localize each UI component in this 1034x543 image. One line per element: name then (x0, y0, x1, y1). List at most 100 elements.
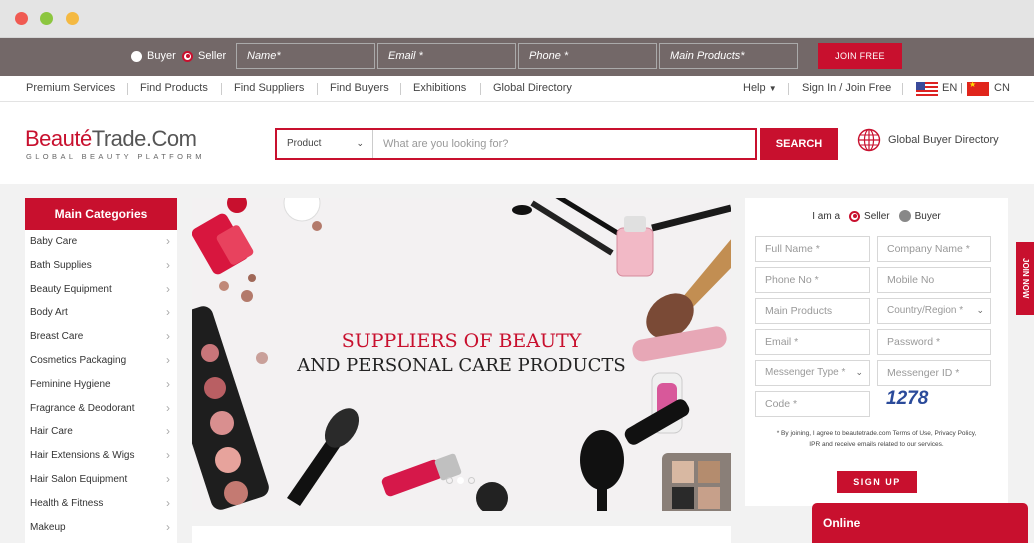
site-logo[interactable]: BeautéTrade.Com (25, 126, 197, 152)
category-item[interactable]: Body Art › (25, 301, 177, 325)
nav-exhibitions[interactable]: Exhibitions (413, 82, 466, 94)
code-input[interactable]: Code * (755, 391, 870, 417)
search-category-select[interactable]: Product ⌄ (277, 130, 373, 158)
chevron-right-icon: › (166, 471, 170, 486)
chevron-right-icon: › (166, 281, 170, 296)
search-bar: Product ⌄ What are you looking for? (275, 128, 757, 160)
top-nav: Premium Services Find Products Find Supp… (0, 76, 1034, 102)
category-label: Feminine Hygiene (30, 378, 111, 390)
category-item[interactable]: Breast Care › (25, 325, 177, 349)
global-buyer-directory-link[interactable]: Global Buyer Directory (888, 134, 999, 146)
category-label: Makeup (30, 521, 66, 533)
nav-premium-services[interactable]: Premium Services (26, 82, 115, 94)
banner-headline-2: AND PERSONAL CARE PRODUCTS (297, 355, 626, 376)
category-label: Cosmetics Packaging (30, 354, 127, 366)
chevron-right-icon: › (166, 257, 170, 272)
name-input[interactable]: Name* (236, 43, 375, 69)
category-item[interactable]: Baby Care › (25, 230, 177, 254)
full-name-input[interactable]: Full Name * (755, 236, 870, 262)
nav-find-suppliers[interactable]: Find Suppliers (234, 82, 304, 94)
category-label: Breast Care (30, 331, 84, 343)
email-input[interactable]: Email * (755, 329, 870, 355)
us-flag-icon[interactable] (916, 82, 938, 96)
globe-icon[interactable] (857, 128, 881, 152)
online-chat-widget[interactable]: Online (812, 503, 1028, 543)
seller-radio[interactable]: Seller (182, 50, 226, 62)
category-label: Body Art (30, 307, 68, 319)
lang-en-link[interactable]: EN (942, 82, 957, 94)
caret-down-icon: ▼ (768, 84, 777, 93)
nav-find-products[interactable]: Find Products (140, 82, 208, 94)
hero-banner[interactable]: SUPPLIERS OF BEAUTY AND PERSONAL CARE PR… (192, 198, 731, 511)
logo-accent-text: Beauté (25, 126, 92, 151)
search-input[interactable]: What are you looking for? (383, 138, 508, 150)
category-label: Beauty Equipment (30, 283, 112, 295)
minimize-window-button[interactable] (40, 12, 53, 25)
messenger-id-input[interactable]: Messenger ID * (877, 360, 991, 386)
nav-find-buyers[interactable]: Find Buyers (330, 82, 389, 94)
zoom-window-button[interactable] (66, 12, 79, 25)
main-products-input[interactable]: Main Products* (659, 43, 798, 69)
sign-up-button[interactable]: SIGN UP (837, 471, 917, 493)
radio-icon (131, 50, 142, 62)
category-item[interactable]: Bath Supplies › (25, 254, 177, 278)
search-button[interactable]: SEARCH (760, 128, 838, 160)
buyer-radio[interactable]: Buyer (131, 50, 176, 62)
chevron-down-icon: ⌄ (356, 138, 364, 148)
category-label: Hair Care (30, 426, 73, 438)
china-flag-icon[interactable] (967, 80, 989, 96)
category-item[interactable]: Health & Fitness › (25, 492, 177, 516)
buyer-option[interactable]: Buyer (898, 210, 941, 222)
category-item[interactable]: Beauty Equipment › (25, 278, 177, 302)
country-region-select[interactable]: Country/Region * ⌄ (877, 298, 991, 324)
country-region-value: Country/Region * (887, 305, 964, 316)
chevron-down-icon: ⌄ (976, 305, 984, 315)
phone-input[interactable]: Phone * (518, 43, 657, 69)
chevron-right-icon: › (166, 305, 170, 320)
buyer-option-label: Buyer (914, 210, 941, 222)
join-free-button[interactable]: JOIN FREE (818, 43, 902, 69)
nav-divider (400, 83, 401, 95)
password-input[interactable]: Password * (877, 329, 991, 355)
category-item[interactable]: Feminine Hygiene › (25, 373, 177, 397)
company-name-input[interactable]: Company Name * (877, 236, 991, 262)
category-item[interactable]: Hair Extensions & Wigs › (25, 444, 177, 468)
phone-no-input[interactable]: Phone No * (755, 267, 870, 293)
close-window-button[interactable] (15, 12, 28, 25)
main-products-input[interactable]: Main Products (755, 298, 870, 324)
iam-label: I am a (812, 210, 841, 222)
radio-icon (898, 210, 911, 222)
slide-dot-3[interactable] (468, 477, 475, 484)
nav-global-directory[interactable]: Global Directory (493, 82, 572, 94)
slide-dot-2[interactable] (457, 477, 464, 484)
chevron-right-icon: › (166, 448, 170, 463)
mobile-no-input[interactable]: Mobile No (877, 267, 991, 293)
captcha-image[interactable]: 1278 (886, 388, 928, 410)
help-menu[interactable]: Help ▼ (743, 82, 777, 94)
slide-dot-1[interactable] (446, 477, 453, 484)
logo-tagline: GLOBAL BEAUTY PLATFORM (26, 152, 205, 161)
join-now-tab[interactable]: JOIN NOW (1016, 242, 1034, 315)
nav-divider (221, 83, 222, 95)
category-item[interactable]: Makeup › (25, 516, 177, 540)
category-item[interactable]: Fragrance & Deodorant › (25, 397, 177, 421)
nav-divider (902, 83, 903, 95)
nav-divider (317, 83, 318, 95)
radio-selected-icon (182, 50, 193, 62)
logo-rest-text: Trade.Com (91, 126, 197, 151)
chevron-down-icon: ⌄ (855, 367, 863, 377)
search-category-value: Product (287, 138, 322, 149)
seller-option[interactable]: Seller (849, 210, 890, 222)
category-item[interactable]: Hair Salon Equipment › (25, 468, 177, 492)
lang-cn-link[interactable]: CN (994, 82, 1010, 94)
signup-form: I am a Seller Buyer Full Name * Company … (745, 198, 1008, 506)
chevron-right-icon: › (166, 519, 170, 534)
chevron-right-icon: › (166, 495, 170, 510)
category-item[interactable]: Cosmetics Packaging › (25, 349, 177, 373)
email-input[interactable]: Email * (377, 43, 516, 69)
chevron-right-icon: › (166, 376, 170, 391)
sign-in-join-link[interactable]: Sign In / Join Free (802, 82, 891, 94)
messenger-type-select[interactable]: Messenger Type * ⌄ (755, 360, 870, 386)
category-item[interactable]: Hair Care › (25, 420, 177, 444)
category-label: Bath Supplies (30, 259, 92, 271)
